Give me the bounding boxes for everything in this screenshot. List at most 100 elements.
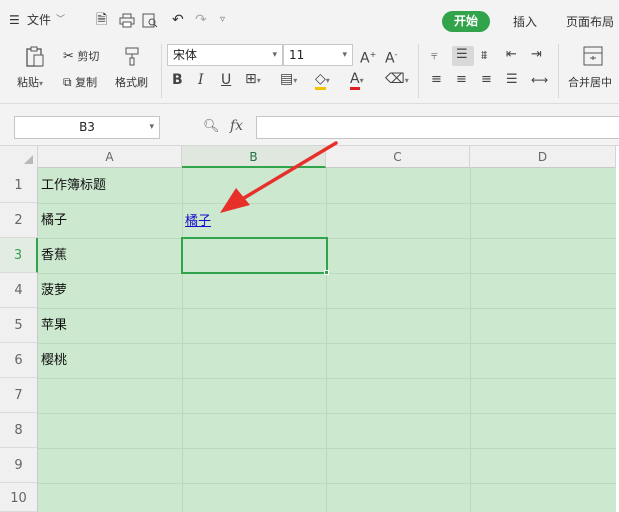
italic-icon[interactable]: I <box>198 72 204 88</box>
row-header-3[interactable]: 3 <box>0 238 38 273</box>
cell-a6[interactable]: 樱桃 <box>38 343 67 378</box>
undo-icon[interactable]: ↶ <box>172 11 184 29</box>
row-header-6[interactable]: 6 <box>0 343 38 378</box>
clear-format-icon[interactable]: ⌫▾ <box>385 71 409 89</box>
paste-label: 粘贴 <box>17 76 39 89</box>
font-color-icon[interactable]: A▾ <box>350 71 364 90</box>
fill-color-icon[interactable]: ◇▾ <box>315 71 330 90</box>
tab-page-layout[interactable]: 页面布局 <box>566 13 614 30</box>
chevron-down-icon: ▾ <box>149 122 154 132</box>
merge-center-button[interactable]: 合并居中 <box>568 74 612 90</box>
row-header-8[interactable]: 8 <box>0 413 38 448</box>
cell-a1[interactable]: 工作簿标题 <box>38 168 106 203</box>
ribbon-divider <box>558 44 559 98</box>
chevron-down-icon: ▾ <box>272 50 277 60</box>
font-size-value: 11 <box>289 48 305 62</box>
row-header-2[interactable]: 2 <box>0 203 38 238</box>
cell-style-icon[interactable]: ▤▾ <box>280 71 297 89</box>
scissors-icon: ✂ <box>63 49 74 64</box>
menu-bar: ☰ 文件 ﹀ 🗎 ↶ ↷ ▿ 开始 插入 页面布局 <box>0 0 619 38</box>
font-name-select[interactable]: 宋体 ▾ <box>167 44 283 66</box>
decrease-font-size-icon[interactable]: A- <box>385 47 397 67</box>
row-header-1[interactable]: 1 <box>0 168 38 203</box>
column-header-row: A B C D <box>0 146 619 168</box>
zoom-formula-icon[interactable]: 🔍︎ <box>203 119 220 134</box>
increase-indent-icon[interactable]: ⇥ <box>531 47 542 63</box>
row-header-4[interactable]: 4 <box>0 273 38 308</box>
name-box-value: B3 <box>79 120 95 134</box>
fx-icon[interactable]: fx <box>230 118 243 134</box>
cell-area[interactable]: 工作簿标题 橘子 香蕉 菠萝 苹果 樱桃 橘子 <box>38 168 616 512</box>
ribbon-divider <box>418 44 419 98</box>
tab-home[interactable]: 开始 <box>442 11 490 32</box>
align-middle-icon[interactable]: ☰ <box>456 47 468 63</box>
borders-icon[interactable]: ⊞▾ <box>245 71 261 89</box>
format-painter-icon[interactable] <box>123 46 141 70</box>
chevron-down-icon: ﹀ <box>56 15 66 25</box>
fill-handle[interactable] <box>324 270 329 275</box>
cell-a2[interactable]: 橘子 <box>38 203 67 238</box>
copy-icon: ⧉ <box>63 75 72 89</box>
copy-label: 复制 <box>75 76 98 89</box>
cell-a3[interactable]: 香蕉 <box>38 238 67 273</box>
decrease-indent-icon[interactable]: ⇤ <box>506 47 517 63</box>
hamburger-menu-icon[interactable]: ☰ <box>9 11 20 29</box>
align-right-icon[interactable]: ≡ <box>481 72 492 88</box>
align-left-icon[interactable]: ≡ <box>431 72 442 88</box>
cut-button[interactable]: ✂ 剪切 <box>63 48 99 64</box>
quick-access-dropdown-icon[interactable]: ▿ <box>220 11 225 29</box>
row-header-10[interactable]: 10 <box>0 483 38 512</box>
cell-b2-hyperlink[interactable]: 橘子 <box>182 203 211 238</box>
copy-button[interactable]: ⧉ 复制 <box>63 74 97 90</box>
column-header-a[interactable]: A <box>38 146 182 168</box>
font-size-select[interactable]: 11 ▾ <box>283 44 353 66</box>
row-gridline <box>38 483 616 484</box>
cell-a5[interactable]: 苹果 <box>38 308 67 343</box>
font-name-value: 宋体 <box>173 48 198 62</box>
format-painter-button[interactable]: 格式刷 <box>115 74 148 90</box>
print-preview-icon[interactable] <box>142 11 158 29</box>
align-top-icon[interactable]: ⫧ <box>431 47 438 63</box>
row-header-9[interactable]: 9 <box>0 448 38 483</box>
cut-label: 剪切 <box>77 50 100 63</box>
file-menu-label: 文件 <box>27 13 52 27</box>
save-icon[interactable]: 🗎 <box>96 11 107 29</box>
column-header-c[interactable]: C <box>326 146 470 168</box>
select-all-icon <box>24 155 33 164</box>
row-gridline <box>38 413 616 414</box>
paste-icon[interactable] <box>25 46 45 72</box>
align-bottom-icon[interactable]: ⩩ <box>481 47 487 63</box>
ribbon-divider <box>161 44 162 98</box>
formula-input[interactable] <box>256 116 619 139</box>
chevron-down-icon: ▾ <box>39 79 44 88</box>
justify-icon[interactable]: ☰ <box>506 72 518 88</box>
formula-bar: B3 ▾ 🔍︎ fx <box>0 104 619 146</box>
redo-icon[interactable]: ↷ <box>195 11 207 29</box>
distributed-align-icon[interactable]: ⟷ <box>531 72 548 88</box>
ribbon-toolbar: 粘贴▾ ✂ 剪切 ⧉ 复制 格式刷 宋体 ▾ 11 ▾ A+ A- B I U … <box>0 38 619 104</box>
name-box[interactable]: B3 ▾ <box>14 116 160 139</box>
print-icon[interactable] <box>119 11 135 29</box>
align-center-icon[interactable]: ≡ <box>456 72 467 88</box>
row-header-7[interactable]: 7 <box>0 378 38 413</box>
column-header-d[interactable]: D <box>470 146 616 168</box>
paste-button[interactable]: 粘贴▾ <box>17 74 43 90</box>
file-menu[interactable]: 文件 ﹀ <box>27 11 65 29</box>
tab-insert[interactable]: 插入 <box>513 13 537 30</box>
selected-cell-b3[interactable] <box>181 237 328 274</box>
chevron-down-icon: ▾ <box>342 50 347 60</box>
select-all-corner[interactable] <box>0 146 38 168</box>
underline-icon[interactable]: U <box>221 72 231 88</box>
row-gridline <box>38 448 616 449</box>
column-gridline <box>326 168 327 512</box>
row-gridline <box>38 203 616 204</box>
column-header-b[interactable]: B <box>182 146 326 168</box>
row-header-5[interactable]: 5 <box>0 308 38 343</box>
column-gridline <box>470 168 471 512</box>
bold-icon[interactable]: B <box>172 72 183 88</box>
cell-a4[interactable]: 菠萝 <box>38 273 67 308</box>
row-gridline <box>38 378 616 379</box>
merge-center-icon[interactable] <box>583 46 603 70</box>
row-gridline <box>38 308 616 309</box>
increase-font-size-icon[interactable]: A+ <box>360 47 376 67</box>
